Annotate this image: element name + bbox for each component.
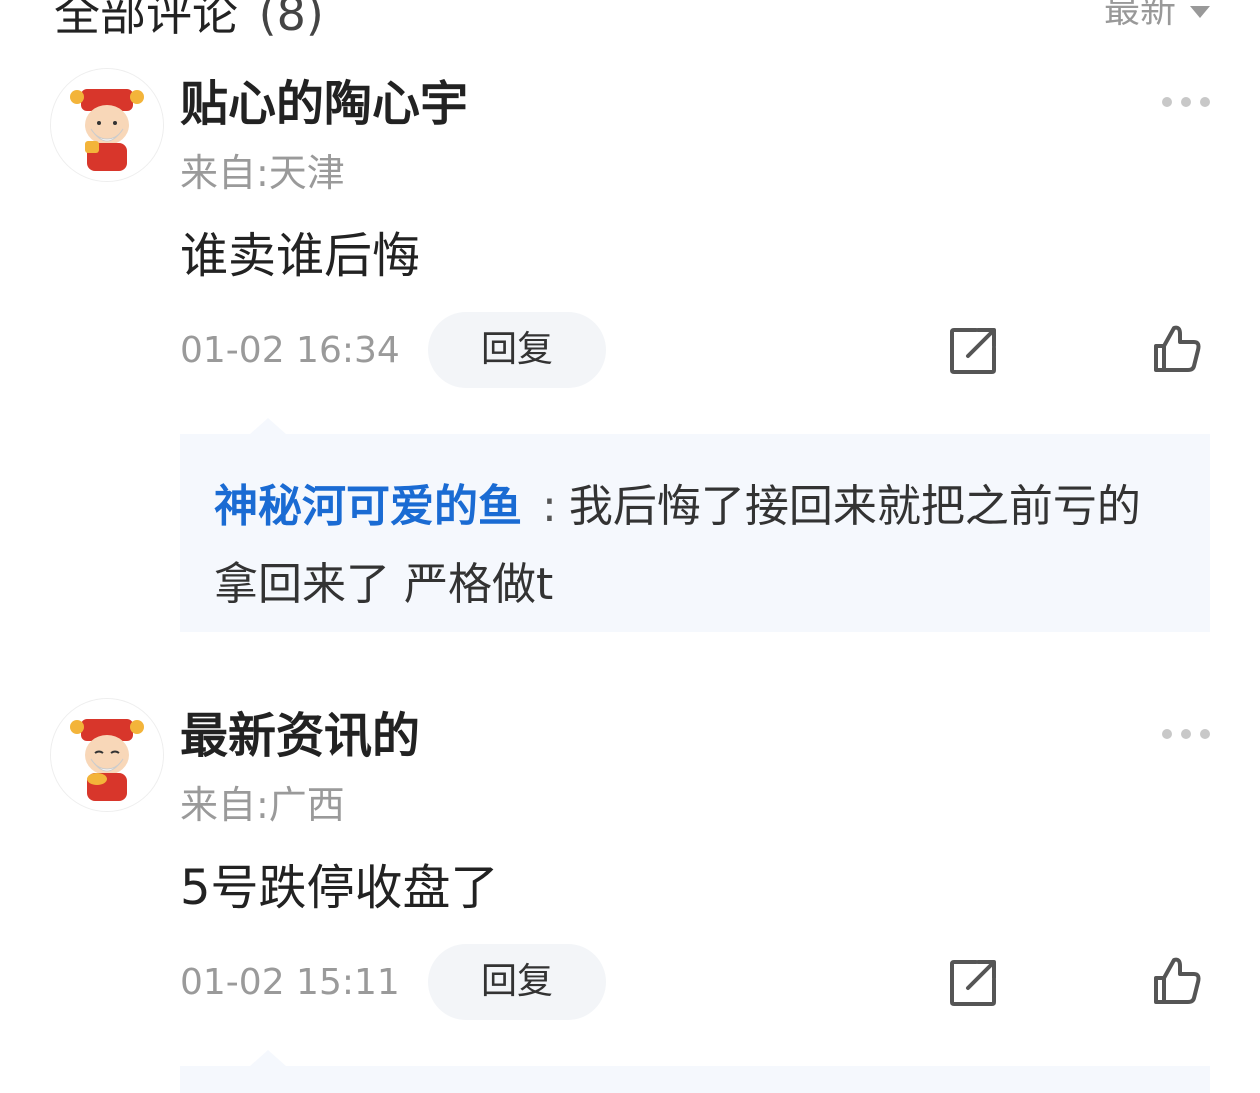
- reply-item: 神秘河可爱的鱼: 我后悔了接回来就把之前亏的拿回来了 严格做t: [214, 468, 1174, 624]
- comment-location: 来自:天津: [180, 151, 345, 195]
- comments-count: (8): [258, 0, 324, 41]
- reply-button[interactable]: 回复: [428, 944, 606, 1020]
- share-icon[interactable]: [946, 324, 1000, 378]
- reply-notch: [250, 1050, 286, 1066]
- comment-time: 01-02 16:34: [180, 330, 400, 371]
- more-dots-icon[interactable]: [1162, 96, 1210, 108]
- comment-username[interactable]: 最新资讯的: [180, 706, 420, 766]
- thumbs-up-icon[interactable]: [1150, 322, 1204, 376]
- comments-header: 全部评论 (8): [54, 0, 324, 44]
- sort-label: 最新: [1103, 0, 1176, 31]
- comment-location: 来自:广西: [180, 783, 345, 827]
- reply-button[interactable]: 回复: [428, 312, 606, 388]
- reply-separator: :: [542, 481, 557, 532]
- sort-dropdown[interactable]: 最新: [1104, 0, 1210, 36]
- avatar-icon: [51, 699, 163, 811]
- more-dots-icon[interactable]: [1162, 728, 1210, 740]
- reply-username[interactable]: 神秘河可爱的鱼: [214, 481, 522, 532]
- reply-thread: 神秘河可爱的鱼: 我后悔了接回来就把之前亏的拿回来了 严格做t: [180, 418, 1210, 632]
- sort-caret-icon: [1190, 6, 1210, 18]
- reply-notch: [250, 418, 286, 434]
- avatar-icon: [51, 69, 163, 181]
- comment-time: 01-02 15:11: [180, 962, 400, 1003]
- thumbs-up-icon[interactable]: [1150, 954, 1204, 1008]
- comments-title: 全部评论: [54, 0, 238, 41]
- share-icon[interactable]: [946, 956, 1000, 1010]
- avatar[interactable]: [50, 68, 164, 182]
- avatar[interactable]: [50, 698, 164, 812]
- reply-thread: [180, 1050, 1210, 1093]
- comment-content: 5号跌停收盘了: [180, 860, 499, 916]
- comment-username[interactable]: 贴心的陶心宇: [180, 74, 468, 134]
- comment-content: 谁卖谁后悔: [180, 228, 421, 284]
